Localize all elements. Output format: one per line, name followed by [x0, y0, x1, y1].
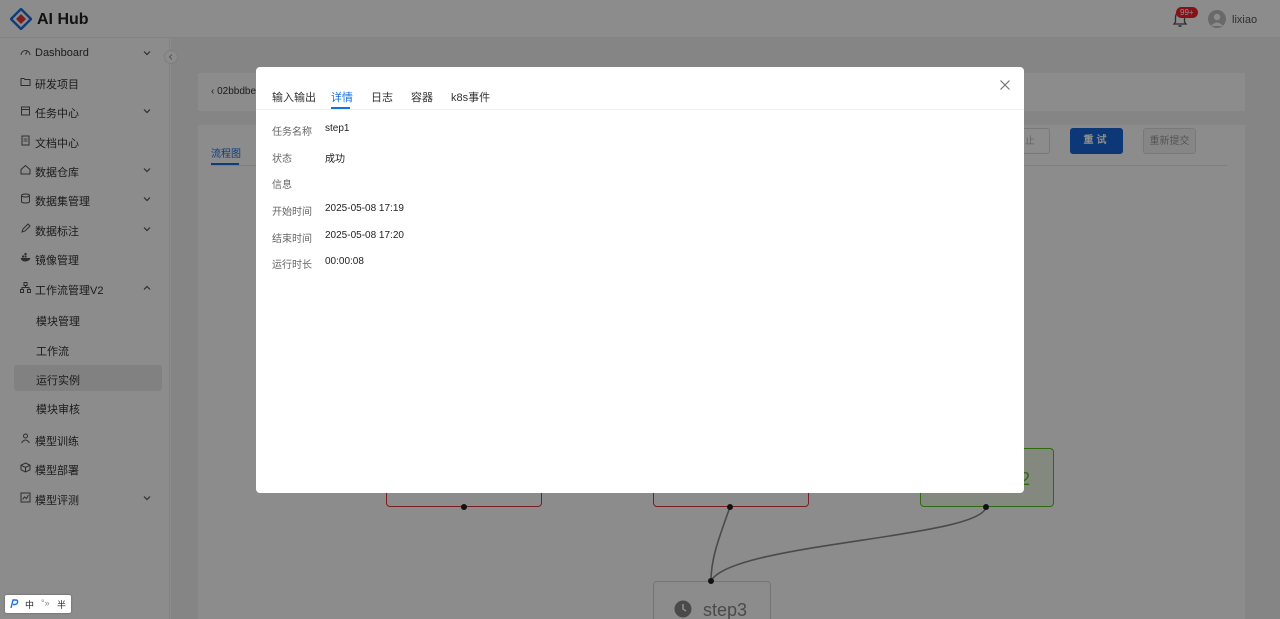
tab-logs[interactable]: 日志 [371, 89, 393, 105]
detail-label-status: 状态 [272, 154, 292, 165]
detail-label-task-name: 任务名称 [272, 127, 312, 138]
ime-lang-toggle[interactable]: 中 [25, 598, 34, 611]
close-icon[interactable] [999, 79, 1011, 91]
ime-toolbar[interactable]: 中 °» 半 [5, 595, 71, 613]
ime-logo-icon [10, 599, 19, 609]
detail-value-start-time: 2025-05-08 17:19 [325, 203, 404, 214]
detail-label-end-time: 结束时间 [272, 234, 312, 245]
detail-value-task-name: step1 [325, 123, 350, 134]
detail-label-start-time: 开始时间 [272, 207, 312, 218]
detail-value-end-time: 2025-05-08 17:20 [325, 230, 404, 241]
detail-label-duration: 运行时长 [272, 260, 312, 271]
tab-input-output[interactable]: 输入输出 [272, 89, 316, 105]
detail-value-status: 成功 [325, 154, 345, 165]
task-detail-modal: 输入输出 详情 日志 容器 k8s事件 任务名称 step1 状态 成功 信息 … [256, 67, 1024, 493]
ime-width-toggle[interactable]: 半 [57, 598, 66, 611]
detail-value-duration: 00:00:08 [325, 256, 364, 267]
detail-label-info: 信息 [272, 180, 292, 191]
ime-punct-toggle[interactable]: °» [41, 598, 50, 608]
tab-k8s-events[interactable]: k8s事件 [451, 89, 490, 105]
tab-details[interactable]: 详情 [331, 89, 353, 105]
tab-divider [256, 109, 1024, 110]
tab-containers[interactable]: 容器 [411, 89, 433, 105]
